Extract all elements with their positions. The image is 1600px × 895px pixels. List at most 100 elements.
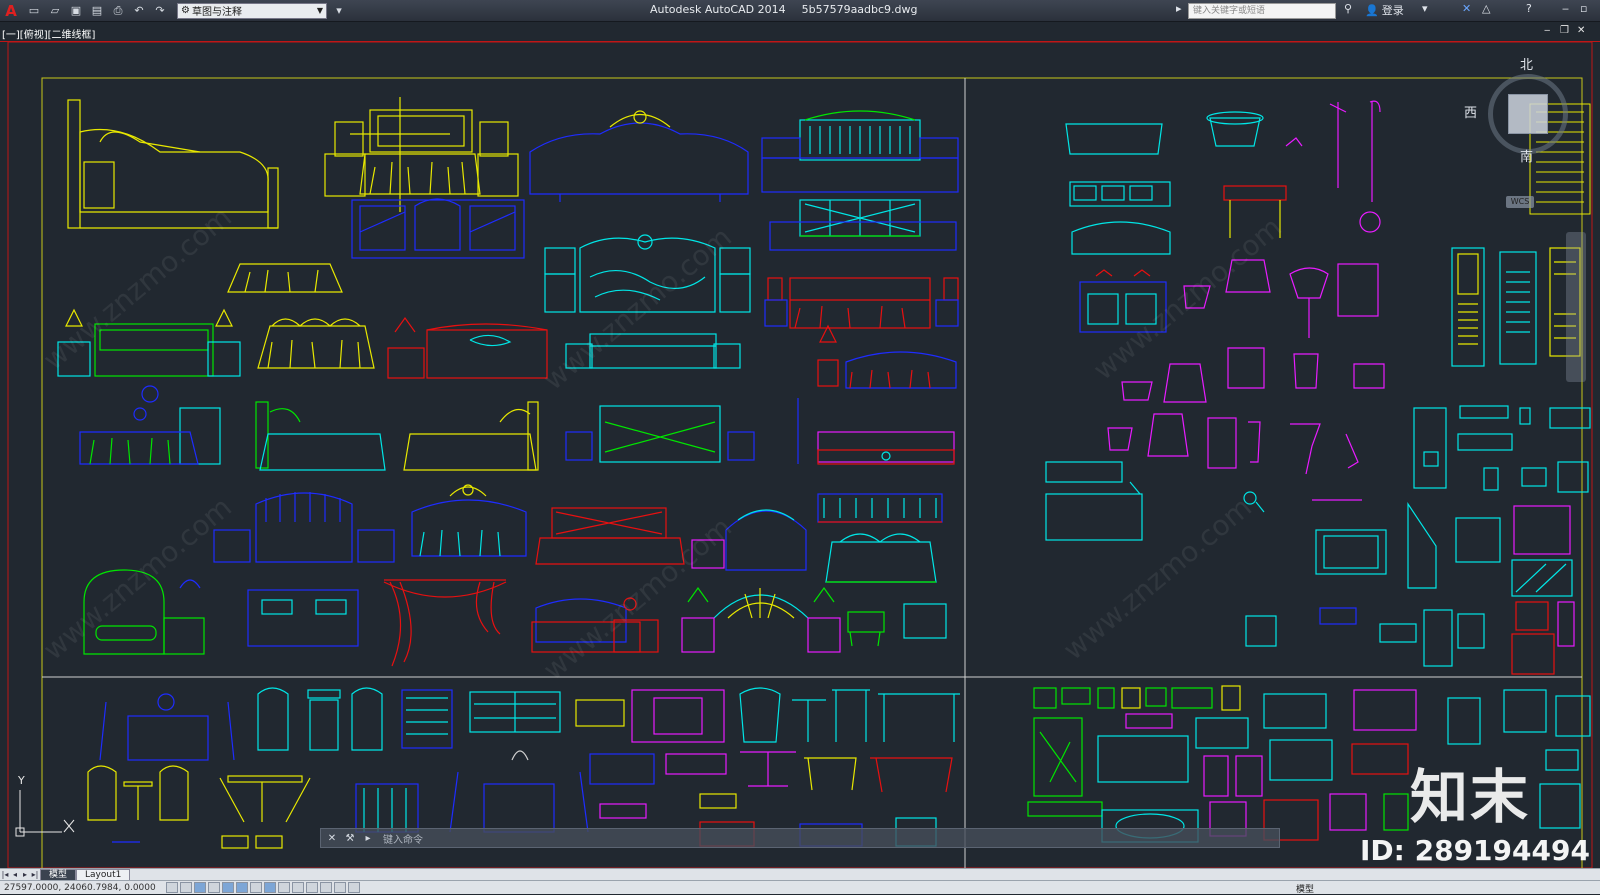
search-toggle-icon[interactable]: ▸: [1176, 2, 1182, 15]
cabinets-blue-cyan: [401, 689, 725, 749]
cursor-coordinates: 27597.0000, 24060.7984, 0.0000: [4, 882, 156, 893]
document-bar: [一][俯视][二维线框] ‒ ❐ ✕: [0, 22, 1600, 42]
3dosnap-toggle[interactable]: [250, 882, 262, 893]
toilet-cyan-top: [1206, 111, 1264, 147]
doc-minimize-button[interactable]: ‒: [1544, 25, 1550, 36]
bathtub-cyan: [1065, 123, 1171, 255]
tables-cyan: [739, 687, 960, 743]
drawing-viewport[interactable]: www.znzmo.com www.znzmo.com www.znzmo.co…: [0, 42, 1600, 868]
login-button[interactable]: 👤 登录: [1365, 2, 1404, 18]
bed-green-side: [255, 401, 386, 471]
bed-carved-headboard-blue: [529, 110, 749, 202]
layout-tab-bar: |◂ ◂ ▸ ▸| 模型 Layout1: [0, 868, 1600, 880]
sofa-cyan-green: [825, 533, 937, 583]
bed-cyan-headboard: [761, 110, 959, 193]
chevron-down-icon: ▼: [316, 6, 323, 15]
workspace-value: 草图与注释: [191, 7, 242, 18]
customize-toolbar-icon[interactable]: ▾: [330, 3, 348, 19]
bed-blue-green-round: [79, 385, 221, 465]
maximize-window-button[interactable]: ▫: [1580, 2, 1587, 15]
model-space-button[interactable]: 模型: [1296, 882, 1314, 895]
ucs-y-label: Y: [18, 774, 25, 787]
viewport-controls-label[interactable]: [一][俯视][二维线框]: [2, 26, 95, 41]
minimize-window-button[interactable]: ‒: [1562, 2, 1569, 15]
save-icon[interactable]: ▣: [67, 3, 85, 19]
dining-blue-bottom: [355, 750, 589, 833]
file-name: 5b57579aadbc9.dwg: [801, 3, 918, 16]
osnap-toggle[interactable]: [236, 882, 248, 893]
user-icon: 👤: [1365, 4, 1379, 17]
workspace-select[interactable]: ⚙ 草图与注释 ▼: [177, 2, 327, 19]
prev-tab-icon[interactable]: ◂: [10, 870, 20, 879]
ortho-toggle[interactable]: [208, 882, 220, 893]
polar-toggle[interactable]: [222, 882, 234, 893]
redo-icon[interactable]: ↷: [151, 3, 169, 19]
wrench-icon[interactable]: ⚒: [343, 831, 357, 845]
compass-north[interactable]: 北: [1520, 54, 1533, 73]
help-icon[interactable]: ?: [1526, 2, 1532, 15]
tab-model[interactable]: 模型: [40, 869, 77, 880]
otrack-toggle[interactable]: [264, 882, 276, 893]
dyn-toggle[interactable]: [292, 882, 304, 893]
compass-west[interactable]: 西: [1464, 102, 1477, 121]
curtain-red: [383, 579, 507, 667]
save-as-icon[interactable]: ▤: [88, 3, 106, 19]
print-icon[interactable]: ⎙: [109, 3, 127, 19]
bed-blue-red-arched: [817, 324, 957, 389]
dining-set-blue: [99, 693, 235, 761]
bed-red-frame: [764, 277, 959, 329]
tables-bottom-mixed: [589, 751, 953, 819]
quick-properties-toggle[interactable]: [334, 882, 346, 893]
brand-watermark: 知末: [1410, 763, 1531, 831]
connect-icon[interactable]: △: [1482, 2, 1490, 15]
bed-blue-yellow-crown: [411, 484, 527, 557]
shower-magenta: [1285, 100, 1381, 202]
bed-red-blue-pillow: [387, 316, 548, 379]
tab-layout1[interactable]: Layout1: [76, 869, 131, 880]
first-tab-icon[interactable]: |◂: [0, 870, 10, 879]
snap-toggle[interactable]: [180, 882, 192, 893]
bed-blue-green-quilted: [769, 199, 957, 251]
bed-blue-arched-slats: [213, 492, 395, 563]
grid-toggle[interactable]: [194, 882, 206, 893]
table-skirt-yellow: [227, 263, 343, 293]
lineweight-toggle[interactable]: [306, 882, 318, 893]
bed-purple-tufted: [797, 398, 955, 465]
application-menu-button[interactable]: A: [0, 0, 22, 22]
bed-cyan-fan-headboard: [681, 586, 841, 653]
selection-cycling-toggle[interactable]: [348, 882, 360, 893]
transparency-toggle[interactable]: [320, 882, 332, 893]
title-bar: A ▭ ▱ ▣ ▤ ⎙ ↶ ↷ ⚙ 草图与注释 ▼ ▾ Autodesk Aut…: [0, 0, 1600, 22]
navigation-bar[interactable]: [1566, 232, 1586, 382]
viewcube[interactable]: 北 西 南 WCS: [1464, 54, 1580, 208]
search-input[interactable]: 键入关键字或短语: [1188, 3, 1336, 19]
close-icon[interactable]: ✕: [325, 831, 339, 845]
wcs-menu[interactable]: WCS: [1506, 196, 1534, 208]
ducs-toggle[interactable]: [278, 882, 290, 893]
new-file-icon[interactable]: ▭: [25, 3, 43, 19]
compass-south[interactable]: 南: [1520, 146, 1533, 165]
viewcube-top-face[interactable]: [1508, 94, 1548, 134]
open-file-icon[interactable]: ▱: [46, 3, 64, 19]
tv-appliances-cyan: [1245, 405, 1591, 675]
autocad-logo-icon: A: [5, 1, 17, 20]
login-label: 登录: [1381, 4, 1404, 17]
bench-green-small: [847, 603, 947, 647]
dropdown-icon[interactable]: ▾: [1422, 2, 1428, 15]
doc-close-button[interactable]: ✕: [1577, 25, 1585, 36]
next-tab-icon[interactable]: ▸: [20, 870, 30, 879]
bed-yellow-skirt: [257, 318, 375, 369]
command-prompt-icon[interactable]: ▸: [361, 831, 375, 845]
infer-constraints-toggle[interactable]: [166, 882, 178, 893]
bed-front-view-yellow: [324, 97, 519, 212]
last-tab-icon[interactable]: ▸|: [30, 870, 40, 879]
chairs-yellow-row: [87, 765, 311, 823]
command-input[interactable]: 键入命令: [383, 831, 423, 846]
doc-restore-button[interactable]: ❐: [1560, 25, 1569, 36]
chairs-cyan: [257, 687, 383, 751]
binoculars-icon[interactable]: ⚲: [1344, 2, 1352, 15]
exchange-icon[interactable]: ✕: [1462, 2, 1471, 15]
undo-icon[interactable]: ↶: [130, 3, 148, 19]
bed-cyan-quilted: [565, 405, 755, 463]
bed-side-view-yellow: [67, 99, 279, 229]
